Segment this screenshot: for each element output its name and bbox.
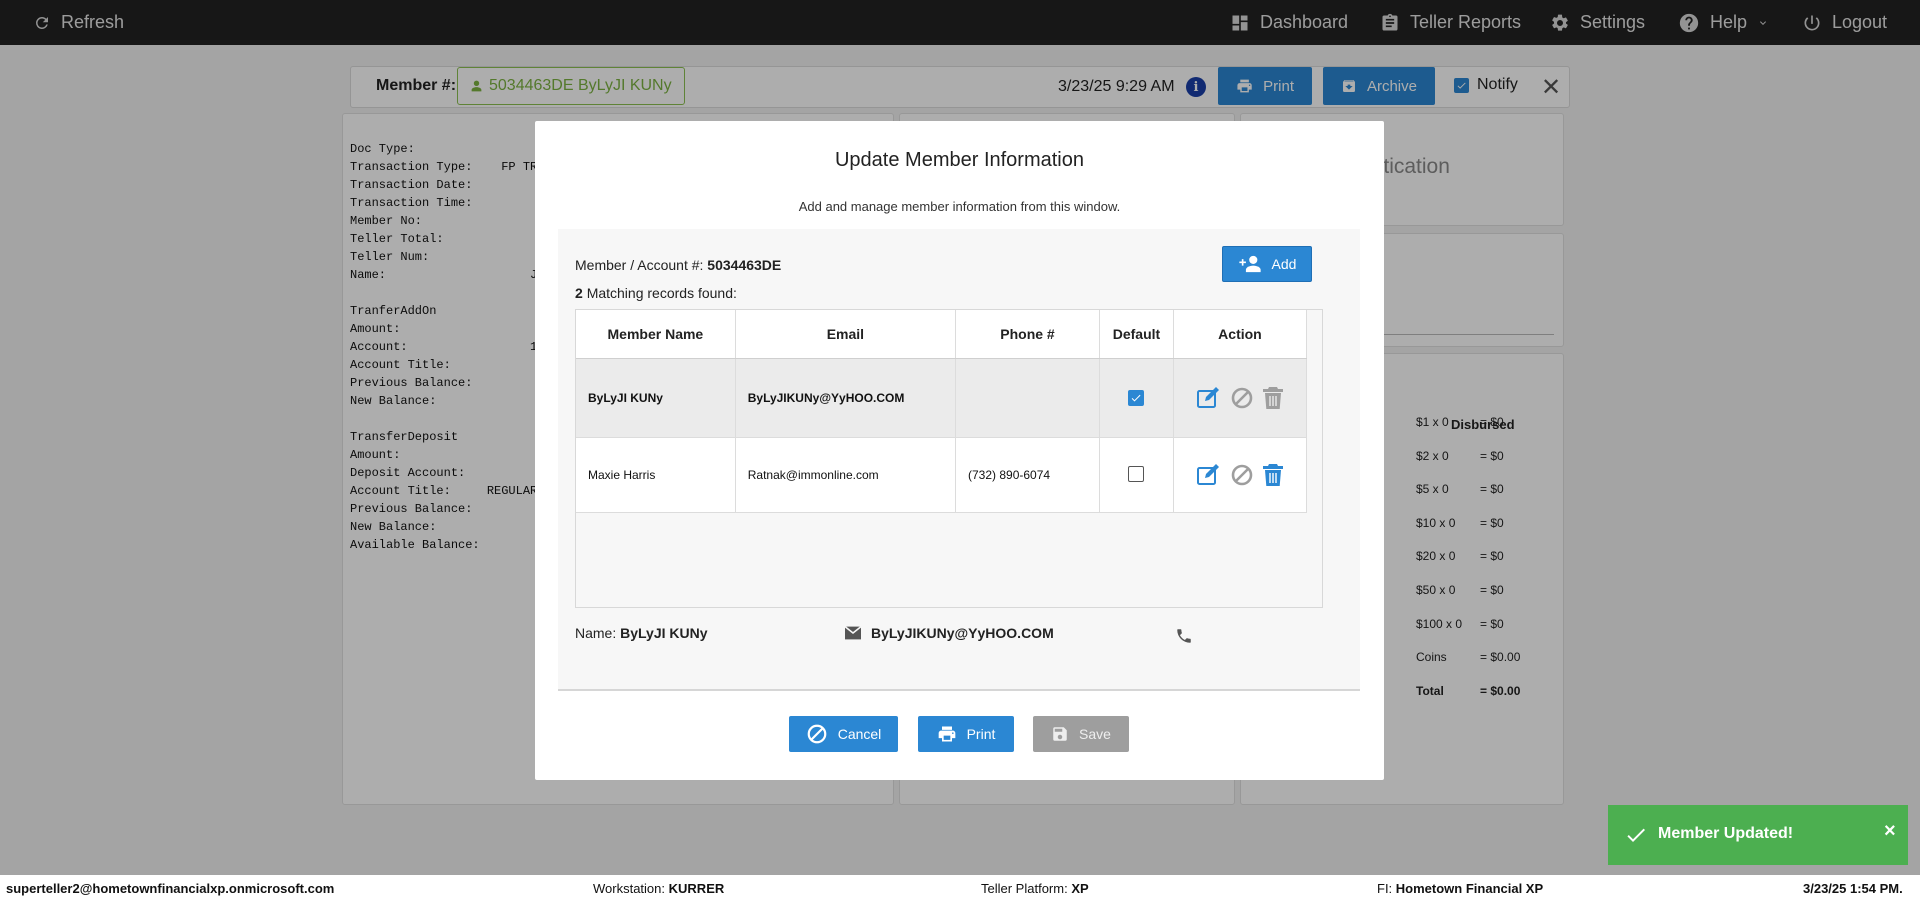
column-header-default[interactable]: Default [1099,310,1174,359]
status-datetime: 3/23/25 1:54 PM. [1803,881,1903,896]
cell-phone [955,358,1100,438]
account-value: 5034463DE [707,257,782,273]
dialog-body: Member / Account #: 5034463DE 2 Matching… [558,229,1360,691]
add-user-icon [1238,255,1261,273]
cancel-label: Cancel [837,726,882,742]
status-bar: superteller2@hometownfinancialxp.onmicro… [0,875,1920,901]
success-toast: Member Updated! × [1608,805,1908,865]
cancel-icon [807,724,827,744]
dialog-title: Update Member Information [834,149,1084,171]
checkmark-icon [1627,828,1645,842]
workstation-label: Workstation: [593,881,666,896]
edit-icon[interactable] [1196,463,1222,487]
toast-message: Member Updated! [1658,825,1794,842]
cell-default [1099,358,1174,438]
fi-label: FI: [1377,881,1393,896]
dialog-subtitle: Add and manage member information from t… [798,199,1121,214]
record-count-line: 2 Matching records found: [575,285,737,301]
cancel-button[interactable]: Cancel [789,716,898,752]
update-member-dialog: Update Member Information Add and manage… [535,121,1384,780]
selected-name-label: Name: [575,625,617,641]
platform-value: XP [1071,881,1089,896]
cell-member-name: ByLyJI KUNy [576,358,736,438]
phone-icon [1177,629,1191,643]
selected-phone [1175,627,1193,648]
table-header-row: Member Name Email Phone # Default Action [576,310,1308,359]
workstation-value: KURRER [668,881,725,896]
fi-value: Hometown Financial XP [1395,881,1544,896]
cell-email: Ratnak@immonline.com [735,437,957,513]
save-button[interactable]: Save [1033,716,1129,752]
cell-default [1099,437,1174,513]
platform-label: Teller Platform: [981,881,1068,896]
default-checkbox[interactable] [1128,465,1145,482]
print-button[interactable]: Print [918,716,1014,752]
envelope-icon [844,625,862,640]
column-header-phone[interactable]: Phone # [955,310,1100,359]
cell-actions [1173,437,1308,513]
account-label: Member / Account #: [575,257,704,273]
selected-email: ByLyJIKUNy@YyHOO.COM [843,625,1054,641]
trash-icon[interactable] [1262,463,1284,487]
record-count-label: Matching records found: [586,285,737,301]
selected-email-value: ByLyJIKUNy@YyHOO.COM [871,625,1054,641]
add-member-label: Add [1271,256,1297,272]
member-table-container: Member Name Email Phone # Default Action… [575,309,1323,608]
status-fi: FI: Hometown Financial XP [1377,881,1543,896]
block-icon[interactable] [1230,463,1254,487]
selected-name: Name: ByLyJI KUNy [575,625,708,641]
add-member-button[interactable]: Add [1222,246,1312,282]
record-count: 2 [575,285,583,301]
table-row[interactable]: Maxie Harris Ratnak@immonline.com (732) … [576,437,1308,513]
cell-actions [1173,358,1308,438]
cell-email: ByLyJIKUNy@YyHOO.COM [735,358,957,438]
cell-phone: (732) 890-6074 [955,437,1100,513]
save-label: Save [1079,726,1111,742]
account-line: Member / Account #: 5034463DE [575,257,781,273]
print-label: Print [966,726,996,742]
printer-icon [938,726,955,742]
edit-icon[interactable] [1196,386,1222,410]
member-table: Member Name Email Phone # Default Action… [576,310,1308,513]
cell-member-name: Maxie Harris [576,437,736,513]
check-icon [1132,394,1141,401]
block-icon[interactable] [1230,386,1254,410]
save-icon [1053,727,1067,741]
toast-close-button[interactable]: × [1884,820,1896,843]
default-checkbox[interactable] [1128,389,1145,406]
column-header-email[interactable]: Email [735,310,957,359]
column-header-member-name[interactable]: Member Name [576,310,736,359]
selected-name-value: ByLyJI KUNy [620,625,708,641]
status-user: superteller2@hometownfinancialxp.onmicro… [6,881,335,896]
status-workstation: Workstation: KURRER [593,881,724,896]
status-platform: Teller Platform: XP [981,881,1089,896]
table-row[interactable]: ByLyJI KUNy ByLyJIKUNy@YyHOO.COM [576,358,1308,438]
trash-icon[interactable] [1262,386,1284,410]
column-header-action: Action [1173,310,1308,359]
